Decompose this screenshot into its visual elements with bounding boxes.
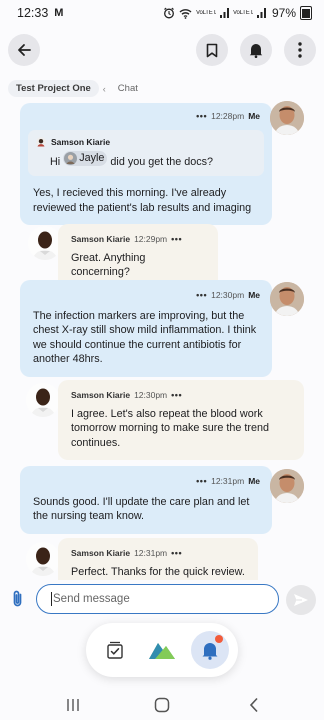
message-options-icon[interactable]: ••• <box>196 474 207 489</box>
message-text: The infection markers are improving, but… <box>33 309 257 366</box>
quoted-avatar <box>36 136 46 147</box>
message-bubble-me[interactable]: ••• 12:30pm Me The infection markers are… <box>20 280 272 377</box>
message-sender: Me <box>248 476 260 486</box>
message-meta: ••• 12:31pm Me <box>33 474 260 489</box>
recent-apps-icon <box>67 699 79 711</box>
message-meta: Samson Kiarie 12:30pm ••• <box>71 388 292 403</box>
battery-percent: 97% <box>271 6 296 20</box>
message-time: 12:28pm <box>211 111 245 121</box>
nav-back-icon <box>249 697 258 713</box>
message-time: 12:29pm <box>134 234 168 244</box>
message-meta: Samson Kiarie 12:29pm ••• <box>71 232 206 247</box>
attach-button[interactable] <box>9 589 27 609</box>
message-sender: Samson Kiarie <box>71 390 131 400</box>
message-options-icon[interactable]: ••• <box>171 546 182 561</box>
avatar-samson <box>26 383 60 417</box>
dock-notifications-button[interactable] <box>191 631 229 669</box>
reply-quote-text: Hi Jayle did you get the docs? <box>50 151 214 168</box>
message-text: Sounds good. I'll update the care plan a… <box>33 495 250 523</box>
dock-gallery-button[interactable] <box>143 631 181 669</box>
message-bubble-other[interactable]: Samson Kiarie 12:30pm ••• I agree. Let's… <box>58 380 304 460</box>
home-icon <box>154 697 170 713</box>
reply-quote-sender: Samson Kiarie <box>51 136 111 147</box>
battery-icon <box>300 6 312 20</box>
avatar-samson <box>28 226 62 260</box>
status-bar: 12:33 M VoLTE LTE1 VoLTE LTE2 97% <box>0 0 324 26</box>
alarm-icon <box>164 7 174 19</box>
mention-name: Jayle <box>79 152 105 164</box>
mention-avatar <box>64 151 78 165</box>
signal-bars-2-icon <box>256 8 266 18</box>
floating-dock <box>86 623 238 677</box>
avatar-me <box>270 282 304 316</box>
paperclip-icon <box>13 590 22 607</box>
status-time: 12:33 <box>17 6 49 20</box>
breadcrumb: Test Project One ‹ Chat <box>8 80 146 97</box>
system-navigation-bar <box>0 690 324 720</box>
message-bubble-me[interactable]: ••• 12:31pm Me Sounds good. I'll update … <box>20 466 272 534</box>
message-bubble-other[interactable]: Samson Kiarie 12:31pm ••• Perfect. Thank… <box>58 538 258 580</box>
bookmark-icon <box>206 43 218 57</box>
back-button[interactable] <box>8 34 40 66</box>
reply-quote-header: Samson Kiarie <box>36 135 256 150</box>
back-arrow-icon <box>18 44 31 56</box>
notification-badge <box>215 635 223 643</box>
avatar-samson <box>26 542 60 576</box>
mail-notification-icon: M <box>54 7 64 19</box>
tasks-icon <box>107 641 123 659</box>
message-sender: Samson Kiarie <box>71 234 131 244</box>
message-time: 12:30pm <box>134 390 168 400</box>
breadcrumb-separator: ‹ <box>102 83 106 94</box>
message-sender: Me <box>248 111 260 121</box>
more-options-button[interactable] <box>284 34 316 66</box>
signal-strength-sim2: VoLTE LTE2 <box>232 9 253 16</box>
nav-back-button[interactable] <box>239 694 269 716</box>
message-time: 12:31pm <box>211 476 245 486</box>
message-input[interactable]: Send message <box>36 584 279 614</box>
notification-bell-icon <box>202 643 218 660</box>
bell-icon <box>249 44 263 58</box>
mountain-app-icon <box>149 643 175 659</box>
message-options-icon[interactable]: ••• <box>171 388 182 403</box>
message-text: Great. Anything concerning? <box>71 251 146 279</box>
chat-thread[interactable]: ••• 12:28pm Me Samson Kiarie Hi Jayle di… <box>0 100 324 580</box>
more-vertical-icon <box>298 42 302 58</box>
text-caret <box>51 592 52 606</box>
breadcrumb-current: Chat <box>117 83 138 94</box>
signal-bars-icon <box>219 8 229 18</box>
message-options-icon[interactable]: ••• <box>196 109 207 124</box>
home-button[interactable] <box>147 694 177 716</box>
message-options-icon[interactable]: ••• <box>171 232 182 247</box>
message-text: Perfect. Thanks for the quick review. <box>71 565 245 578</box>
dock-tasks-button[interactable] <box>96 631 134 669</box>
message-input-placeholder: Send message <box>53 593 130 605</box>
avatar-me <box>270 469 304 503</box>
message-bubble-me[interactable]: ••• 12:28pm Me Samson Kiarie Hi Jayle di… <box>20 103 272 226</box>
message-meta: ••• 12:28pm Me <box>33 109 260 124</box>
message-text: Yes, I recieved this morning. I've alrea… <box>33 187 252 214</box>
message-meta: ••• 12:30pm Me <box>33 288 260 303</box>
breadcrumb-project[interactable]: Test Project One <box>8 80 99 97</box>
notifications-button[interactable] <box>240 34 272 66</box>
send-button[interactable] <box>286 585 316 615</box>
message-meta: Samson Kiarie 12:31pm ••• <box>71 546 246 561</box>
message-time: 12:31pm <box>134 548 168 558</box>
message-time: 12:30pm <box>211 290 245 300</box>
message-sender: Samson Kiarie <box>71 548 131 558</box>
signal-strength-sim1: VoLTE LTE1 <box>195 9 216 16</box>
send-icon <box>294 594 308 606</box>
wifi-icon <box>179 8 192 19</box>
message-options-icon[interactable]: ••• <box>196 288 207 303</box>
avatar-me <box>270 101 304 135</box>
message-sender: Me <box>248 290 260 300</box>
recent-apps-button[interactable] <box>58 694 88 716</box>
bookmark-button[interactable] <box>196 34 228 66</box>
reply-quote[interactable]: Samson Kiarie Hi Jayle did you get the d… <box>28 129 264 177</box>
mention-chip[interactable]: Jayle <box>63 151 108 166</box>
message-text: I agree. Let's also repeat the blood wor… <box>71 407 270 449</box>
